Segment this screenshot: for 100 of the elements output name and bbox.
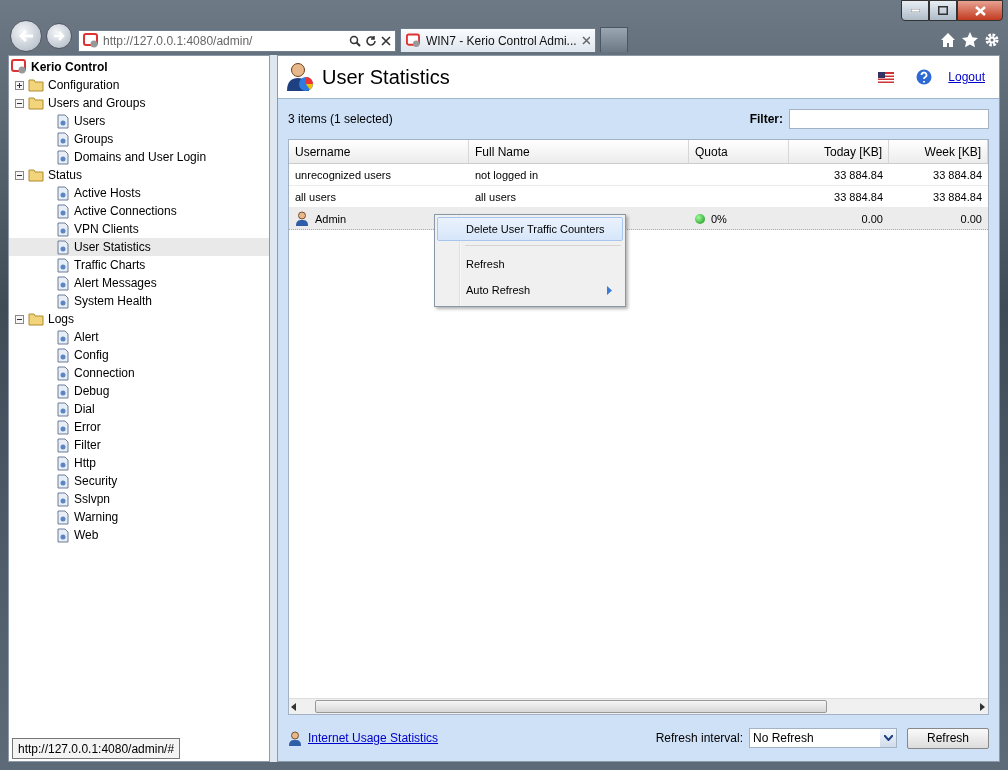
filter-field[interactable] <box>789 109 989 129</box>
table-cell: not logged in <box>475 168 538 181</box>
table-cell: 33 884.84 <box>933 190 982 203</box>
menu-item[interactable]: Refresh <box>437 252 623 276</box>
tree-item[interactable]: Status <box>48 168 83 182</box>
column-header[interactable]: Full Name <box>469 140 689 163</box>
maximize-icon <box>938 6 948 15</box>
tree-item[interactable]: Dial <box>74 402 95 416</box>
table-cell: 33 884.84 <box>834 190 883 203</box>
tree-item[interactable]: Warning <box>74 510 119 524</box>
document-icon <box>56 131 70 147</box>
kerio-logo-icon <box>83 33 99 49</box>
tree-item[interactable]: Error <box>74 420 101 434</box>
collapse-icon[interactable] <box>15 314 24 324</box>
column-header[interactable]: Username <box>289 140 469 163</box>
tree-item[interactable]: Web <box>74 528 99 542</box>
scroll-left-icon[interactable] <box>291 702 297 711</box>
collapse-icon[interactable] <box>15 170 24 180</box>
tree-item[interactable]: Active Connections <box>74 204 177 218</box>
user-icon <box>288 730 302 746</box>
tree-item[interactable]: VPN Clients <box>74 222 139 236</box>
table-cell: 33 884.84 <box>834 168 883 181</box>
tree-item[interactable]: Users <box>74 114 106 128</box>
tree-item[interactable]: Http <box>74 456 96 470</box>
tree-item[interactable]: Filter <box>74 438 101 452</box>
user-icon <box>295 211 309 226</box>
expand-icon[interactable] <box>15 80 24 90</box>
tree-item[interactable]: Security <box>74 474 118 488</box>
document-icon <box>56 257 70 273</box>
close-icon <box>974 5 986 16</box>
document-icon <box>56 275 70 291</box>
close-tab-icon[interactable] <box>581 36 590 45</box>
kerio-logo-icon <box>11 59 27 75</box>
internet-usage-link[interactable]: Internet Usage Statistics <box>308 731 439 745</box>
tree-item[interactable]: Alert <box>74 330 99 344</box>
browser-tab[interactable]: WIN7 - Kerio Control Admi... <box>400 28 596 52</box>
refresh-interval-label: Refresh interval: <box>655 731 743 745</box>
tree-item[interactable]: Sslvpn <box>74 492 111 506</box>
refresh-interval-dropdown[interactable]: No Refresh <box>749 728 897 748</box>
refresh-button[interactable]: Refresh <box>907 727 989 749</box>
tree-item[interactable]: Logs <box>48 312 75 326</box>
column-header[interactable]: Today [KB] <box>789 140 889 163</box>
scroll-right-icon[interactable] <box>980 702 986 711</box>
logout-link[interactable]: Logout <box>948 70 985 84</box>
back-arrow-icon <box>18 29 34 43</box>
document-icon <box>56 473 70 489</box>
forward-arrow-icon <box>53 30 65 42</box>
folder-icon <box>28 78 44 92</box>
tree-item[interactable]: Connection <box>74 366 135 380</box>
document-icon <box>56 365 70 381</box>
column-header[interactable]: Week [KB] <box>889 140 988 163</box>
document-icon <box>56 221 70 237</box>
column-header[interactable]: Quota <box>689 140 789 163</box>
document-icon <box>56 203 70 219</box>
refresh-icon[interactable] <box>365 35 377 47</box>
tree-item[interactable]: User Statistics <box>74 240 151 254</box>
user-statistics-icon <box>286 62 314 92</box>
document-icon <box>56 149 70 165</box>
quota-status-icon <box>695 213 705 224</box>
collapse-icon[interactable] <box>15 98 24 108</box>
tree-item[interactable]: Configuration <box>48 78 120 92</box>
address-bar[interactable]: http://127.0.0.1:4080/admin/ <box>78 30 396 52</box>
tree-item[interactable]: System Health <box>74 294 153 308</box>
horizontal-scrollbar[interactable] <box>289 698 988 714</box>
forward-button[interactable] <box>46 23 72 49</box>
menu-item[interactable]: Delete User Traffic Counters <box>437 217 623 241</box>
tree-item[interactable]: Active Hosts <box>74 186 141 200</box>
new-tab-button[interactable] <box>600 27 628 52</box>
table-cell: 0.00 <box>960 212 982 225</box>
document-icon <box>56 527 70 543</box>
close-button[interactable] <box>957 0 1003 21</box>
tree-item[interactable]: Traffic Charts <box>74 258 146 272</box>
table-cell: 0% <box>711 212 727 225</box>
flag-icon[interactable] <box>878 71 895 83</box>
tree-root[interactable]: Kerio Control <box>31 60 108 74</box>
search-icon[interactable] <box>349 35 361 47</box>
tree-item[interactable]: Alert Messages <box>74 276 157 290</box>
tree-item[interactable]: Debug <box>74 384 110 398</box>
table-cell: Admin <box>315 212 347 225</box>
back-button[interactable] <box>10 20 42 52</box>
stop-icon[interactable] <box>381 36 391 46</box>
minimize-button[interactable] <box>901 0 929 21</box>
settings-icon[interactable] <box>984 32 1000 48</box>
table-cell: all users <box>475 190 516 203</box>
document-icon <box>56 401 70 417</box>
tree-item[interactable]: Config <box>74 348 109 362</box>
tree-item[interactable]: Domains and User Login <box>74 150 207 164</box>
star-icon[interactable] <box>962 32 978 48</box>
tree-item[interactable]: Groups <box>74 132 114 146</box>
document-icon <box>56 437 70 453</box>
document-icon <box>56 239 70 255</box>
submenu-arrow-icon <box>607 285 612 295</box>
scroll-thumb[interactable] <box>315 700 827 713</box>
menu-item[interactable]: Auto Refresh <box>437 278 623 302</box>
maximize-button[interactable] <box>929 0 957 21</box>
help-icon[interactable] <box>916 69 933 85</box>
home-icon[interactable] <box>940 32 956 48</box>
document-icon <box>56 329 70 345</box>
filter-label: Filter: <box>749 112 783 126</box>
tree-item[interactable]: Users and Groups <box>48 96 146 110</box>
